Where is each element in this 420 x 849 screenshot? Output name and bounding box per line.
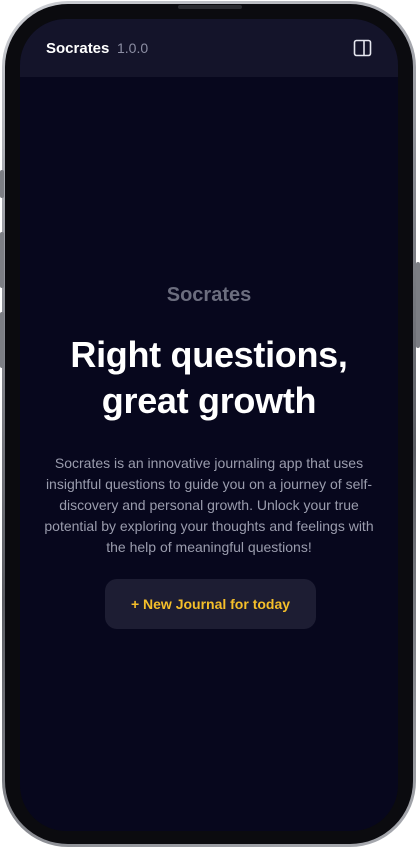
app-screen: Socrates 1.0.0 Socrates Right questions,… bbox=[20, 19, 398, 831]
sidebar-toggle-icon[interactable] bbox=[353, 39, 373, 57]
headline-line-1: Right questions, bbox=[70, 334, 348, 375]
speaker-grille bbox=[178, 5, 242, 9]
power-button bbox=[416, 262, 420, 348]
hero-description: Socrates is an innovative journaling app… bbox=[44, 455, 374, 555]
hero-headline: Right questions, great growth bbox=[20, 332, 398, 424]
mute-switch bbox=[0, 170, 4, 198]
volume-up-button bbox=[0, 232, 4, 288]
brand-label: Socrates bbox=[166, 284, 252, 306]
top-bar: Socrates 1.0.0 bbox=[20, 19, 398, 77]
volume-down-button bbox=[0, 312, 4, 368]
headline-line-2: great growth bbox=[101, 380, 317, 421]
app-version: 1.0.0 bbox=[117, 40, 149, 56]
app-title: Socrates bbox=[46, 40, 110, 57]
new-journal-button[interactable]: + New Journal for today bbox=[105, 579, 316, 629]
